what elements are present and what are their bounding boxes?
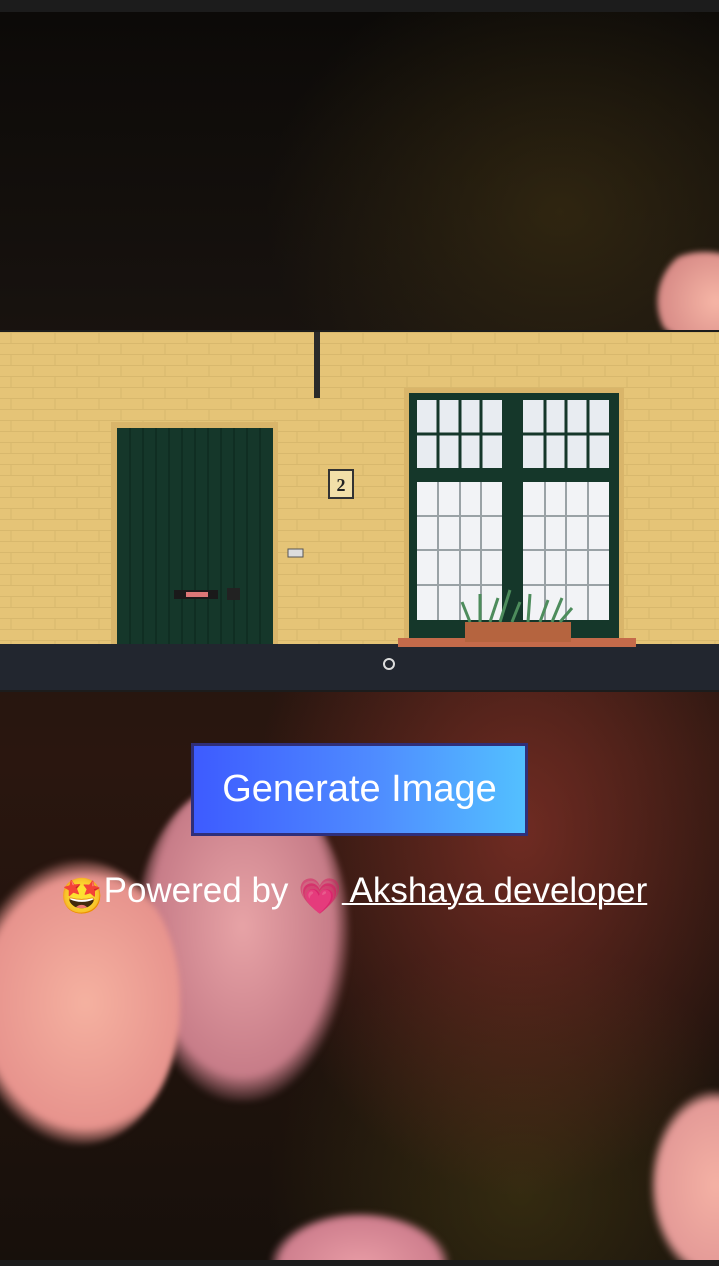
star-struck-emoji-icon: 🤩 xyxy=(60,877,104,916)
developer-name: Akshaya developer xyxy=(341,871,648,910)
generated-image: 2 xyxy=(0,330,719,692)
credit-prefix: Powered by xyxy=(103,871,299,910)
status-bar xyxy=(0,0,719,12)
heart-icon: 💗 xyxy=(298,877,342,916)
bokeh-light xyxy=(650,1090,719,1260)
generate-image-button[interactable]: Generate Image xyxy=(191,743,528,836)
credit-line: 🤩Powered by 💗 Akshaya developer xyxy=(60,868,680,916)
bokeh-light xyxy=(270,1212,450,1260)
house-number: 2 xyxy=(337,475,346,495)
navigation-bar xyxy=(0,1260,719,1266)
developer-link[interactable]: 💗 Akshaya developer xyxy=(298,871,648,916)
house-facade-image: 2 xyxy=(0,332,719,690)
bokeh-light xyxy=(650,252,719,342)
